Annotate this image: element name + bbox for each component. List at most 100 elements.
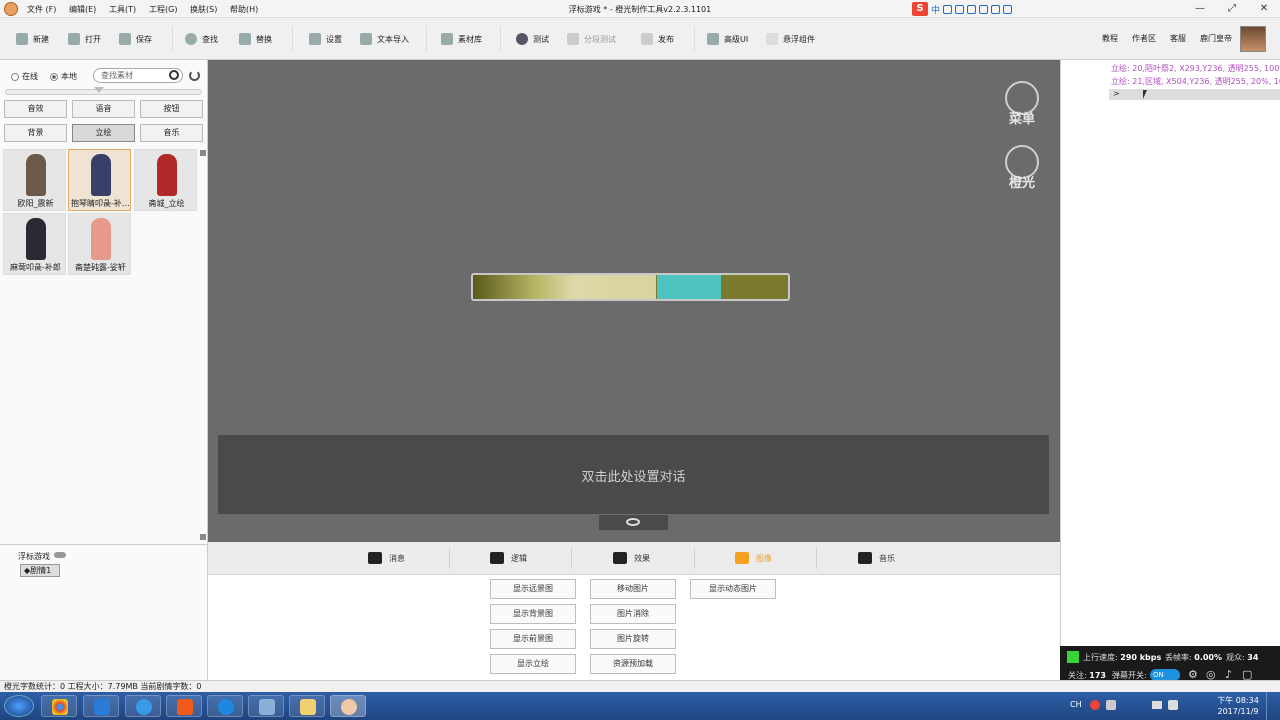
floating-widget-button[interactable]: 悬浮组件 xyxy=(766,30,815,48)
sogou-ime-icon[interactable]: S xyxy=(912,2,928,16)
segment-test-button[interactable]: 分段测试 xyxy=(567,30,616,48)
move-image-button[interactable]: 移动图片 xyxy=(590,579,676,599)
ime-keyboard-icon[interactable] xyxy=(979,4,989,14)
new-button[interactable]: 新建 xyxy=(16,30,49,48)
maximize-icon[interactable]: ⤢ xyxy=(1216,0,1248,18)
ime-punct-icon[interactable] xyxy=(943,4,953,14)
clock-date: 2017/11/9 xyxy=(1217,707,1259,716)
library-button[interactable]: 素材库 xyxy=(441,30,482,48)
frame-loss: 丢帧率: 0.00% xyxy=(1165,652,1222,663)
publish-button[interactable]: 发布 xyxy=(641,30,674,48)
author-zone-link[interactable]: 作者区 xyxy=(1132,33,1156,44)
avatar[interactable] xyxy=(1240,26,1266,52)
tab-effect[interactable]: 效果 xyxy=(613,552,650,564)
asset-thumbnail[interactable]: 斋楚砘露-娑轩 xyxy=(68,213,131,275)
network-icon[interactable] xyxy=(1152,701,1162,709)
support-link[interactable]: 客服 xyxy=(1170,33,1186,44)
text-import-button[interactable]: 文本导入 xyxy=(360,30,409,48)
username-link[interactable]: 鹿门皇帝 xyxy=(1200,33,1232,44)
progress-fill xyxy=(473,275,656,299)
dialog-box[interactable]: 双击此处设置对话 xyxy=(218,435,1049,514)
event-line[interactable]: 立绘: 21,区域, X504,Y236, 透明255, 20%, 100% xyxy=(1111,76,1280,87)
visibility-icon[interactable] xyxy=(54,552,66,558)
slider-thumb[interactable] xyxy=(94,87,104,93)
asset-thumbnail[interactable]: 抱琴睛叩彘-补… xyxy=(68,149,131,211)
tab-music[interactable]: 音乐 xyxy=(858,552,895,564)
settings-button[interactable]: 设置 xyxy=(309,30,342,48)
tray-icon[interactable] xyxy=(1106,700,1116,710)
category-backgrounds[interactable]: 背景 xyxy=(4,124,67,142)
start-button[interactable] xyxy=(4,695,34,717)
ime-tools-icon[interactable] xyxy=(1003,4,1013,14)
save-button[interactable]: 保存 xyxy=(119,30,152,48)
search-icon[interactable] xyxy=(169,70,179,80)
tray-sogou-icon[interactable] xyxy=(1090,700,1100,710)
advanced-ui-button[interactable]: 高级UI xyxy=(707,30,748,48)
tab-logic[interactable]: 逻辑 xyxy=(490,552,527,564)
preload-resource-button[interactable]: 资源预加载 xyxy=(590,654,676,674)
show-animated-image-button[interactable]: 显示动态图片 xyxy=(690,579,776,599)
asset-thumbnail[interactable]: 斋城_立绘 xyxy=(134,149,197,211)
category-voice[interactable]: 语音 xyxy=(72,100,135,118)
scene-item[interactable]: ◆剧情1 xyxy=(20,564,60,577)
ime-skin-icon[interactable] xyxy=(991,4,1001,14)
rotate-image-button[interactable]: 图片旋转 xyxy=(590,629,676,649)
viewers-label: 观众: xyxy=(1226,653,1245,662)
category-buttons[interactable]: 按钮 xyxy=(140,100,203,118)
scrollbar-up[interactable] xyxy=(200,150,206,156)
taskbar-ie[interactable] xyxy=(125,695,161,717)
clock[interactable]: 下午 08:34 2017/11/9 xyxy=(1216,695,1260,717)
ie-icon xyxy=(136,699,152,715)
upload-value: 290 kbps xyxy=(1120,653,1162,662)
project-root[interactable]: 浮标游戏 xyxy=(18,551,50,562)
local-radio[interactable]: 本地 xyxy=(50,71,77,82)
replace-button[interactable]: 替换 xyxy=(239,30,272,48)
taskbar-app[interactable] xyxy=(83,695,119,717)
test-button[interactable]: 测试 xyxy=(516,30,549,48)
event-line[interactable]: 立绘: 20,陌叶祭2, X293,Y236, 透明255, 100%, xyxy=(1111,63,1280,74)
event-insert-row[interactable]: > xyxy=(1109,89,1280,100)
show-foreground-button[interactable]: 显示前景图 xyxy=(490,629,576,649)
toolbar-divider xyxy=(426,26,427,52)
category-music[interactable]: 音乐 xyxy=(140,124,203,142)
toggle-dialog-button[interactable] xyxy=(599,515,668,530)
publish-icon xyxy=(641,33,653,45)
app-icon xyxy=(94,699,110,715)
live-indicator-icon xyxy=(1067,651,1079,663)
tray-ime[interactable]: CH xyxy=(1070,700,1082,709)
scrollbar-down[interactable] xyxy=(200,534,206,540)
tab-image[interactable]: 图像 xyxy=(735,552,772,564)
show-portrait-button[interactable]: 显示立绘 xyxy=(490,654,576,674)
asset-thumbnail[interactable]: 欧阳_震新 xyxy=(3,149,66,211)
erase-image-button[interactable]: 图片消除 xyxy=(590,604,676,624)
online-radio[interactable]: 在线 xyxy=(11,71,38,82)
category-portraits[interactable]: 立绘 xyxy=(72,124,135,142)
taskbar-orange-light[interactable] xyxy=(330,695,366,717)
taskbar-explorer[interactable] xyxy=(289,695,325,717)
tutorial-link[interactable]: 教程 xyxy=(1102,33,1118,44)
volume-icon[interactable] xyxy=(1168,700,1178,710)
taskbar-edge[interactable] xyxy=(207,695,243,717)
ime-mic-icon[interactable] xyxy=(967,4,977,14)
show-desktop-button[interactable] xyxy=(1266,692,1280,720)
text-import-icon xyxy=(360,33,372,45)
category-sound-effects[interactable]: 音效 xyxy=(4,100,67,118)
open-button[interactable]: 打开 xyxy=(68,30,101,48)
refresh-icon[interactable] xyxy=(189,70,200,81)
viewers-value: 34 xyxy=(1247,653,1259,662)
tab-message[interactable]: 消息 xyxy=(368,552,405,564)
show-background-button[interactable]: 显示背景图 xyxy=(490,604,576,624)
asset-thumbnail[interactable]: 麻莺叩彘-补郎 xyxy=(3,213,66,275)
taskbar-taobao[interactable] xyxy=(166,695,202,717)
advanced-ui-label: 高级UI xyxy=(724,34,749,44)
ime-emoji-icon[interactable] xyxy=(955,4,965,14)
find-button[interactable]: 查找 xyxy=(185,30,218,48)
close-icon[interactable]: ✕ xyxy=(1248,0,1280,18)
taskbar-tool[interactable] xyxy=(248,695,284,717)
asset-label: 斋城_立绘 xyxy=(148,199,185,208)
ime-chinese-icon[interactable]: 中 xyxy=(931,3,940,16)
show-far-view-button[interactable]: 显示远景图 xyxy=(490,579,576,599)
toolbar-divider xyxy=(172,26,173,52)
minimize-icon[interactable]: — xyxy=(1184,0,1216,18)
taskbar-chrome[interactable] xyxy=(41,695,77,717)
